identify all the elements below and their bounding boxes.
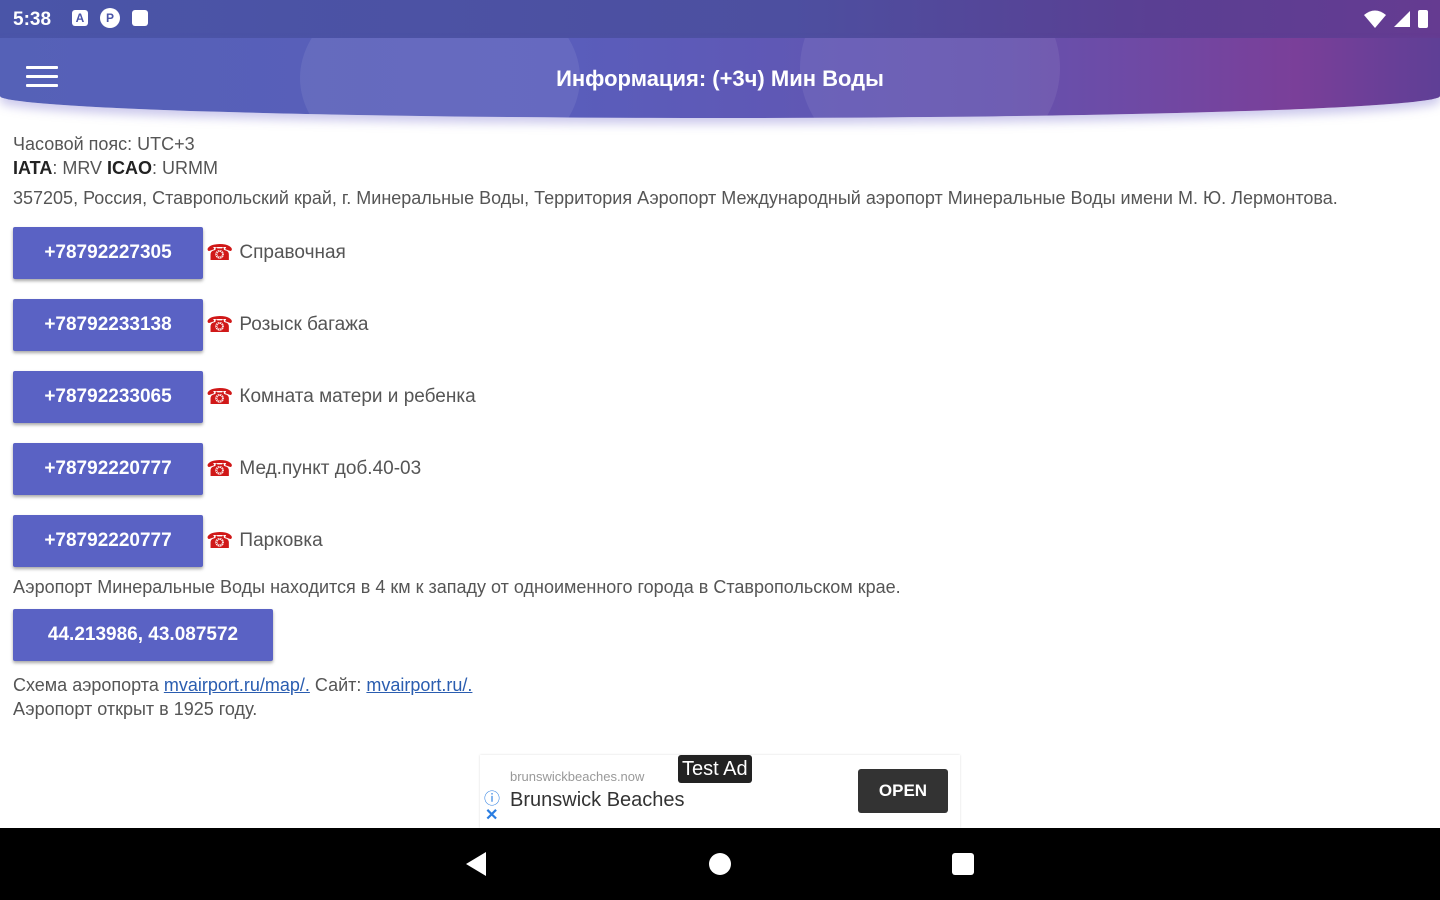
phone-label: Розыск багажа [239,314,369,335]
ad-open-button[interactable]: OPEN [858,769,948,813]
phone-label: Комната матери и ребенка [239,386,476,407]
telephone-icon: ☎ [206,240,234,265]
home-icon[interactable] [709,853,731,875]
scheme-label: Схема аэропорта [13,675,164,695]
back-icon[interactable] [466,852,486,876]
phone-label: Справочная [239,242,346,263]
status-system-icons [1362,8,1430,30]
navigation-bar [0,828,1440,900]
battery-icon [1418,10,1428,28]
phone-label: Парковка [239,530,323,551]
description-text: Аэропорт Минеральные Воды находится в 4 … [13,577,901,597]
wifi-icon [1364,10,1386,28]
scheme-link[interactable]: mvairport.ru/map/. [164,675,310,695]
close-icon[interactable]: ✕ [485,805,498,825]
telephone-icon: ☎ [206,312,234,337]
phone-row: +78792233138 ☎ Розыск багажа [13,289,1428,361]
site-link[interactable]: mvairport.ru/. [366,675,472,695]
icao-value: : URMM [152,158,219,178]
page-title: Информация: (+3ч) Мин Воды [556,66,884,91]
timezone-text: Часовой пояс: UTC+3 [13,134,195,154]
links-section: Схема аэропорта mvairport.ru/map/. Сайт:… [13,673,1428,721]
codes-text: IATA: MRV ICAO: URMM [13,156,1428,180]
telephone-icon: ☎ [206,384,234,409]
iata-value: : MRV [52,158,108,178]
phone-button[interactable]: +78792233138 [13,299,203,351]
notification-p-icon: P [100,8,120,28]
ad-banner[interactable]: brunswickbeaches.now Test Ad ⓘ ✕ Brunswi… [480,755,960,828]
recent-apps-icon[interactable] [952,853,974,875]
icao-label: ICAO [107,158,153,178]
phone-label: Мед.пункт доб.40-03 [239,458,422,479]
ad-title: Brunswick Beaches [510,789,685,811]
phone-row: +78792220777 ☎ Парковка [13,505,1428,577]
telephone-icon: ☎ [206,528,234,553]
address-text: 357205, Россия, Ставропольский край, г. … [13,188,1338,208]
status-bar: 5:38 A P [0,0,1440,38]
signal-icon [1394,11,1410,27]
opened-text: Аэропорт открыт в 1925 году. [13,699,258,719]
site-label: Сайт: [309,675,367,695]
notification-a-icon: A [72,10,88,26]
phone-button[interactable]: +78792233065 [13,371,203,423]
ad-badge: Test Ad [678,755,752,783]
status-notification-icons: A P [72,8,148,28]
telephone-icon: ☎ [206,456,234,481]
airport-info: Часовой пояс: UTC+3 IATA: MRV ICAO: URMM… [13,132,1428,721]
status-time: 5:38 [13,9,52,30]
phone-row: +78792220777 ☎ Мед.пункт доб.40-03 [13,433,1428,505]
phone-row: +78792227305 ☎ Справочная [13,217,1428,289]
coordinates-button[interactable]: 44.213986, 43.087572 [13,609,273,661]
app-bar: Информация: (+3ч) Мин Воды [0,38,1440,118]
phone-button[interactable]: +78792227305 [13,227,203,279]
phone-button[interactable]: +78792220777 [13,515,203,567]
iata-label: IATA [13,158,53,178]
phone-row: +78792233065 ☎ Комната матери и ребенка [13,361,1428,433]
sd-card-icon [132,10,148,26]
phone-button[interactable]: +78792220777 [13,443,203,495]
ad-domain: brunswickbeaches.now [510,769,645,784]
phone-list: +78792227305 ☎ Справочная +78792233138 ☎… [13,217,1428,577]
